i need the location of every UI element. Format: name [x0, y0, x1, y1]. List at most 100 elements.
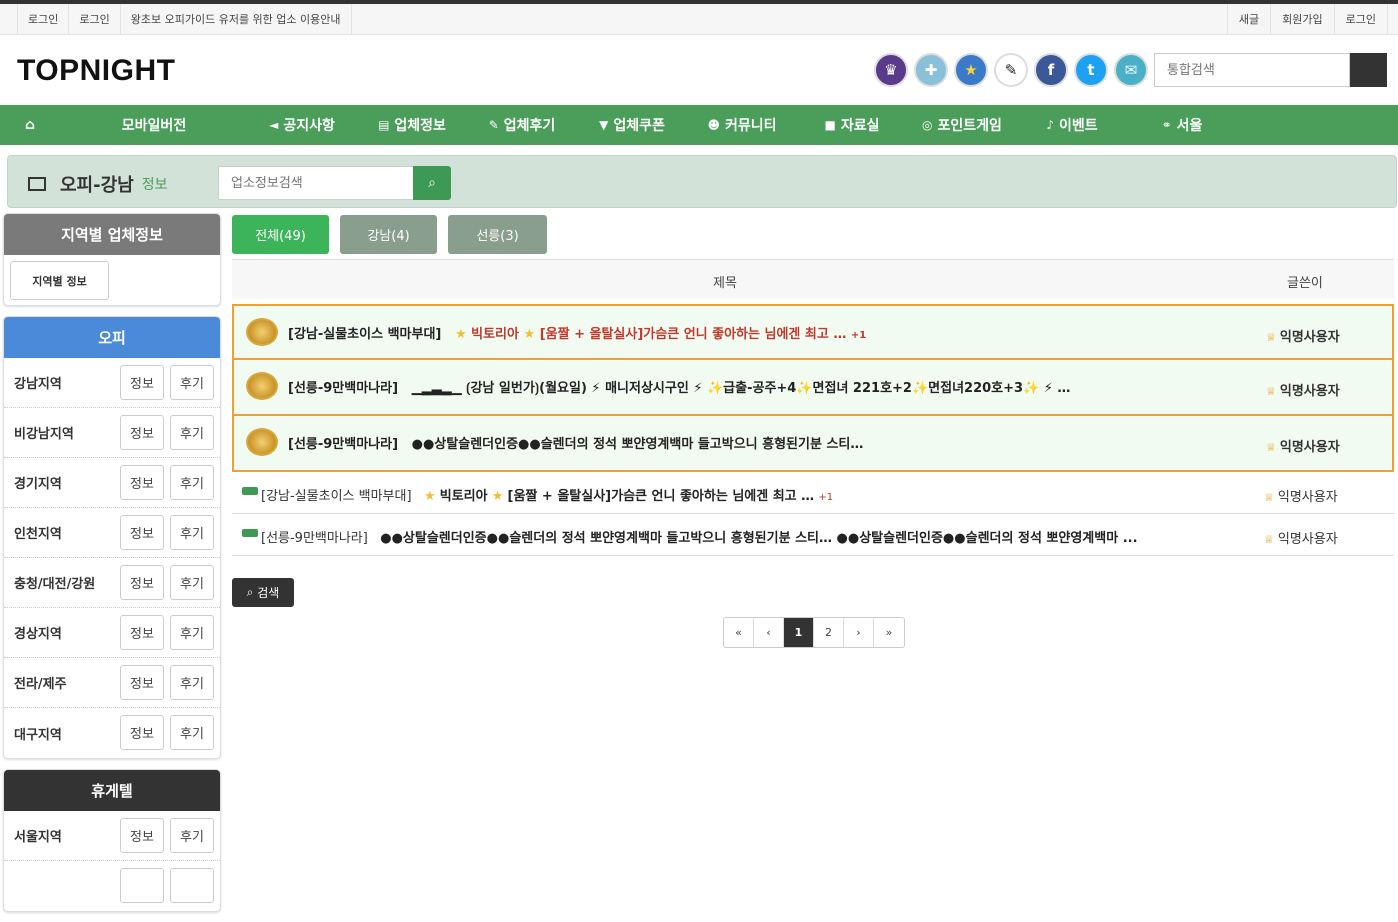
star-icon: ★ [423, 489, 436, 504]
topbar-login[interactable]: 로그인 [1333, 4, 1388, 34]
row-shop: 빅토리아 [439, 489, 488, 504]
region-info-button[interactable]: 지역별 정보 [10, 261, 109, 300]
page-next[interactable]: › [844, 618, 874, 647]
topbar-login-2[interactable]: 로그인 [68, 4, 119, 34]
mail-icon[interactable]: ✉ [1114, 53, 1148, 87]
page-1[interactable]: 1 [784, 618, 814, 647]
sidebar-row [4, 861, 220, 911]
search-button-label: 검색 [257, 586, 280, 600]
nav-biz-review[interactable]: ✎ 업체후기 [478, 105, 566, 145]
tab-gangnam[interactable]: 강남(4) [340, 215, 437, 254]
nav-point-game-label: 포인트게임 [937, 118, 1002, 134]
gamepad-icon: ◎ [922, 118, 933, 132]
premium-row[interactable]: [강남-실물초이스 백마부대] ★ 빅토리아 ★ [움짤 + 올탈실사]가슴큰 … [232, 304, 1394, 360]
page-first[interactable]: « [724, 618, 754, 647]
twitter-icon[interactable]: t [1074, 53, 1108, 87]
page-2[interactable]: 2 [814, 618, 844, 647]
global-search-button[interactable] [1350, 53, 1387, 87]
sidebar-row-label: 경상지역 [14, 627, 62, 642]
award-icon: ♕ [1266, 441, 1276, 454]
nav-notice[interactable]: ◄ 공지사항 [258, 105, 346, 145]
topbar-register[interactable]: 회원가입 [1270, 4, 1333, 34]
nav-community[interactable]: ☻ 커뮤니티 [698, 105, 786, 145]
review-button[interactable]: 후기 [170, 565, 214, 600]
nav-biz-info-label: 업체정보 [394, 118, 446, 134]
row-author[interactable]: ♕ 익명사용자 [1264, 528, 1338, 547]
board-search-input[interactable] [218, 166, 413, 200]
topbar-new-posts[interactable]: 새글 [1226, 4, 1270, 34]
info-button[interactable]: 정보 [120, 515, 164, 550]
row-author[interactable]: ♕ 익명사용자 [1266, 380, 1340, 399]
search-icon: ⌕ [246, 585, 258, 599]
gift-icon[interactable]: ✚ [914, 53, 948, 87]
row-shop: 강남 일번가 [470, 381, 535, 396]
review-button[interactable]: 후기 [170, 515, 214, 550]
nav-mobile[interactable]: 모바일버전 [110, 105, 198, 145]
premium-row[interactable]: [선릉-9만백마나라] ●●상탈슬렌더인증●●슬렌더의 정석 뽀얀영계백마 들고… [232, 416, 1394, 472]
tab-all[interactable]: 전체(49) [232, 215, 329, 254]
award-icon: ♕ [1266, 385, 1276, 398]
info-button[interactable]: 정보 [120, 365, 164, 400]
sidebar-row: 비강남지역 정보 후기 [4, 408, 220, 458]
page-last[interactable]: » [874, 618, 904, 647]
star-icon[interactable]: ★ [954, 53, 988, 87]
premium-row[interactable]: [선릉-9만백마나라] ▁▂▃▂▁ ⟮강남 일번가⟯(월요일) ⚡ 매니저상시구… [232, 360, 1394, 416]
sidebar-row-label: 인천지역 [14, 527, 62, 542]
star-icon: ★ [454, 327, 467, 342]
global-search-input[interactable] [1154, 53, 1350, 87]
review-button[interactable]: 후기 [170, 615, 214, 650]
info-button[interactable]: 정보 [120, 715, 164, 750]
list-item[interactable]: [선릉-9만백마나라] ●●상탈슬렌더인증●●슬렌더의 정석 뽀얀영계백마 들고… [232, 514, 1394, 556]
site-logo[interactable]: TOPNIGHT [17, 54, 175, 88]
review-button[interactable] [170, 868, 214, 903]
trophy-icon[interactable]: ♛ [874, 53, 908, 87]
search-button[interactable]: ⌕ 검색 [232, 578, 294, 607]
row-author[interactable]: ♕ 익명사용자 [1264, 486, 1338, 505]
review-button[interactable]: 후기 [170, 365, 214, 400]
info-button[interactable]: 정보 [120, 818, 164, 853]
review-button[interactable]: 후기 [170, 465, 214, 500]
list-item[interactable]: [강남-실물초이스 백마부대] ★ 빅토리아 ★ [움짤 + 올탈실사]가슴큰 … [232, 472, 1394, 514]
opi-box: 오피 강남지역 정보 후기 비강남지역 정보 후기 경기지역 정보 후기 인천지역 정보 후기 … [3, 316, 221, 759]
col-title: 제목 [713, 276, 737, 291]
premium-row-title[interactable]: [선릉-9만백마나라] ▁▂▃▂▁ ⟮강남 일번가⟯(월요일) ⚡ 매니저상시구… [288, 377, 1070, 396]
list-item-title[interactable]: [선릉-9만백마나라] ●●상탈슬렌더인증●●슬렌더의 정석 뽀얀영계백마 들고… [261, 527, 1138, 546]
premium-medal-icon [246, 428, 278, 456]
row-author[interactable]: ♕ 익명사용자 [1266, 326, 1340, 345]
tab-seolleung[interactable]: 선릉(3) [448, 215, 547, 254]
row-author[interactable]: ♕ 익명사용자 [1266, 436, 1340, 455]
nav-archive-label: 자료실 [840, 118, 880, 134]
nav-home-icon[interactable]: ⌂ [20, 105, 40, 145]
comment-count: +1 [818, 492, 834, 503]
bell-icon: ♪ [1046, 118, 1055, 132]
info-button[interactable]: 정보 [120, 615, 164, 650]
info-button[interactable]: 정보 [120, 565, 164, 600]
premium-row-title[interactable]: [강남-실물초이스 백마부대] ★ 빅토리아 ★ [움짤 + 올탈실사]가슴큰 … [288, 323, 866, 342]
nav-event[interactable]: ♪ 이벤트 [1028, 105, 1116, 145]
nav-seoul[interactable]: ⚭ 서울 [1138, 105, 1226, 145]
review-button[interactable]: 후기 [170, 818, 214, 853]
topbar-guide-link[interactable]: 왕초보 오피가이드 유저를 위한 업소 이용안내 [119, 4, 352, 34]
nav-biz-info[interactable]: ▤ 업체정보 [368, 105, 456, 145]
pin-icon[interactable]: ✎ [994, 53, 1028, 87]
category-tabs: 전체(49) 강남(4) 선릉(3) [232, 215, 1394, 254]
list-item-title[interactable]: [강남-실물초이스 백마부대] ★ 빅토리아 ★ [움짤 + 올탈실사]가슴큰 … [261, 485, 833, 504]
page-prev[interactable]: ‹ [754, 618, 784, 647]
info-button[interactable] [120, 868, 164, 903]
row-author-name: 익명사용자 [1277, 532, 1338, 547]
info-button[interactable]: 정보 [120, 465, 164, 500]
nav-archive[interactable]: ■ 자료실 [808, 105, 896, 145]
facebook-icon[interactable]: f [1034, 53, 1068, 87]
info-button[interactable]: 정보 [120, 415, 164, 450]
cart-icon: ▼ [599, 118, 609, 132]
board-search-button[interactable]: ⌕ [413, 166, 451, 200]
review-button[interactable]: 후기 [170, 415, 214, 450]
sidebar-row-label: 서울지역 [14, 830, 62, 845]
nav-point-game[interactable]: ◎ 포인트게임 [918, 105, 1006, 145]
topbar-login-1[interactable]: 로그인 [17, 4, 68, 34]
nav-biz-coupon[interactable]: ▼ 업체쿠폰 [588, 105, 676, 145]
info-button[interactable]: 정보 [120, 665, 164, 700]
premium-row-title[interactable]: [선릉-9만백마나라] ●●상탈슬렌더인증●●슬렌더의 정석 뽀얀영계백마 들고… [288, 433, 863, 452]
review-button[interactable]: 후기 [170, 665, 214, 700]
review-button[interactable]: 후기 [170, 715, 214, 750]
